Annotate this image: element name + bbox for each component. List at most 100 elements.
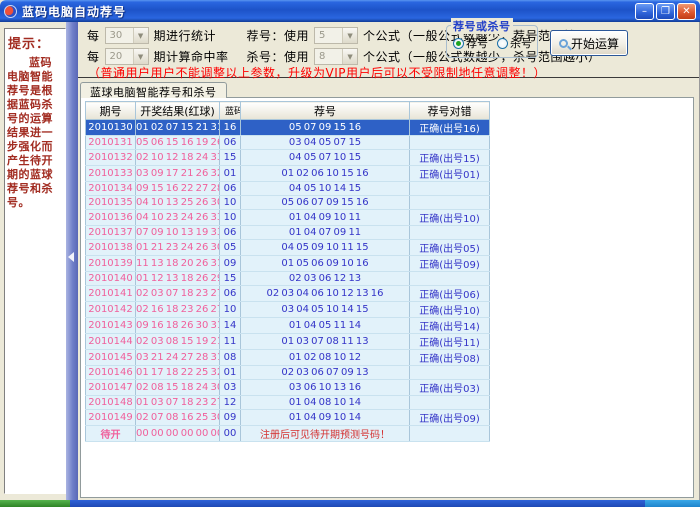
- cell-picks: 01 04 05 11 14: [241, 318, 410, 334]
- client-area: 提示： 蓝码电脑智能荐号是根据蓝码杀号的运算结果进一步强化而产生待开期的蓝球荐号…: [0, 22, 700, 500]
- pick-formula-select[interactable]: 5 ▼: [314, 27, 358, 44]
- hitrate-label: 期计算命中率: [154, 48, 242, 65]
- cell-period: 2010140: [86, 272, 136, 286]
- cell-red-balls: 11 13 18 20 26 31: [136, 256, 220, 272]
- cell-red-balls: 01 03 07 18 23 27: [136, 396, 220, 410]
- cell-period: 2010143: [86, 318, 136, 334]
- radio-off-icon[interactable]: [497, 38, 508, 49]
- kill-formula-select[interactable]: 8 ▼: [314, 48, 358, 65]
- cell-red-balls: 00 00 00 00 00 00: [136, 426, 220, 442]
- minimize-button[interactable]: –: [635, 3, 654, 20]
- cell-picks: 01 04 08 10 14: [241, 396, 410, 410]
- prefix-label: 每: [87, 48, 100, 65]
- chevron-down-icon[interactable]: ▼: [133, 28, 148, 43]
- results-table: 期号开奖结果(红球)蓝码荐号荐号对错 201013001 02 07 15 21…: [85, 101, 490, 442]
- cell-red-balls: 04 10 13 25 26 30: [136, 196, 220, 210]
- table-row[interactable]: 201013303 09 17 21 26 320101 02 06 10 15…: [86, 166, 490, 182]
- table-row[interactable]: 201014601 17 18 22 25 320102 03 06 07 09…: [86, 366, 490, 380]
- column-header[interactable]: 开奖结果(红球): [136, 102, 220, 120]
- table-row[interactable]: 待开00 00 00 00 00 0000注册后可见待开期预测号码！: [86, 426, 490, 442]
- table-row[interactable]: 201014702 08 15 18 24 300303 06 10 13 16…: [86, 380, 490, 396]
- radio-recommend-label: 荐号: [466, 35, 488, 51]
- table-row[interactable]: 201014309 16 18 26 30 311401 04 05 11 14…: [86, 318, 490, 334]
- parameters-panel: 每 30 ▼ 期进行统计 荐号：使用 5 ▼ 个公式（一般公式数越少，荐号范围越…: [78, 22, 699, 78]
- radio-kill[interactable]: 杀号: [497, 35, 532, 51]
- cell-red-balls: 02 07 08 16 25 30: [136, 410, 220, 426]
- start-button-sliver[interactable]: [0, 500, 70, 507]
- table-row[interactable]: 201014902 07 08 16 25 300901 04 09 10 14…: [86, 410, 490, 426]
- table-row[interactable]: 201013001 02 07 15 21 311605 07 09 15 16…: [86, 120, 490, 136]
- table-row[interactable]: 201013202 10 12 18 24 331504 05 07 10 15…: [86, 150, 490, 166]
- panel-splitter[interactable]: [66, 22, 78, 500]
- tab-smart-picks[interactable]: 蓝球电脑智能荐号和杀号: [80, 82, 227, 98]
- table-row[interactable]: 201014801 03 07 18 23 271201 04 08 10 14: [86, 396, 490, 410]
- cell-picks: 01 04 09 10 14: [241, 410, 410, 426]
- cell-blue-code: 10: [220, 196, 241, 210]
- cell-period: 2010131: [86, 136, 136, 150]
- table-row[interactable]: 201013707 09 10 13 19 330601 04 07 09 11: [86, 226, 490, 240]
- cell-picks: 02 03 06 12 13: [241, 272, 410, 286]
- chevron-down-icon[interactable]: ▼: [342, 28, 357, 43]
- cell-result: [410, 396, 490, 410]
- cell-blue-code: 15: [220, 272, 241, 286]
- table-row[interactable]: 201014402 03 08 15 19 211101 03 07 08 11…: [86, 334, 490, 350]
- cell-blue-code: 10: [220, 210, 241, 226]
- cell-result: [410, 136, 490, 150]
- cell-red-balls: 01 17 18 22 25 32: [136, 366, 220, 380]
- cell-blue-code: 11: [220, 334, 241, 350]
- cell-picks: 03 06 10 13 16: [241, 380, 410, 396]
- table-row[interactable]: 201014202 16 18 23 26 271003 04 05 10 14…: [86, 302, 490, 318]
- cell-period: 2010146: [86, 366, 136, 380]
- cell-result: [410, 366, 490, 380]
- stat-period-select[interactable]: 30 ▼: [105, 27, 149, 44]
- column-header[interactable]: 荐号: [241, 102, 410, 120]
- table-row[interactable]: 201013911 13 18 20 26 310901 05 06 09 10…: [86, 256, 490, 272]
- cell-result: 正确(出号09): [410, 410, 490, 426]
- cell-picks: 01 02 08 10 12: [241, 350, 410, 366]
- hitrate-period-select[interactable]: 20 ▼: [105, 48, 149, 65]
- column-header[interactable]: 期号: [86, 102, 136, 120]
- mode-groupbox-title: 荐号或杀号: [451, 18, 513, 34]
- cell-blue-code: 03: [220, 380, 241, 396]
- chevron-down-icon[interactable]: ▼: [133, 49, 148, 64]
- stat-label: 期进行统计: [154, 27, 242, 44]
- collapse-arrow-icon[interactable]: [68, 252, 74, 262]
- table-row[interactable]: 201013801 21 23 24 26 300504 05 09 10 11…: [86, 240, 490, 256]
- cell-picks: 01 05 06 09 10 16: [241, 256, 410, 272]
- radio-on-icon[interactable]: [453, 38, 464, 49]
- run-button-label: 开始运算: [571, 35, 619, 52]
- table-row[interactable]: 201013409 15 16 22 27 280604 05 10 14 15: [86, 182, 490, 196]
- cell-period: 2010149: [86, 410, 136, 426]
- table-row[interactable]: 201013504 10 13 25 26 301005 06 07 09 15…: [86, 196, 490, 210]
- cell-result: 正确(出号11): [410, 334, 490, 350]
- table-row[interactable]: 201014102 03 07 18 23 270602 03 04 06 10…: [86, 286, 490, 302]
- cell-blue-code: 06: [220, 182, 241, 196]
- taskbar-strip: [0, 500, 700, 507]
- cell-red-balls: 01 02 07 15 21 31: [136, 120, 220, 136]
- magnifier-icon: [559, 39, 568, 48]
- run-button[interactable]: 开始运算: [550, 30, 628, 56]
- window-title: 蓝码电脑自动荐号: [22, 3, 126, 20]
- cell-picks: 04 05 10 14 15: [241, 182, 410, 196]
- cell-red-balls: 02 03 08 15 19 21: [136, 334, 220, 350]
- column-header[interactable]: 蓝码: [220, 102, 241, 120]
- cell-result: 正确(出号16): [410, 120, 490, 136]
- chevron-down-icon[interactable]: ▼: [342, 49, 357, 64]
- cell-result: 正确(出号15): [410, 150, 490, 166]
- radio-recommend[interactable]: 荐号: [453, 35, 488, 51]
- stat-period-value: 30: [110, 30, 123, 41]
- table-row[interactable]: 201014503 21 24 27 28 310801 02 08 10 12…: [86, 350, 490, 366]
- cell-red-balls: 02 16 18 23 26 27: [136, 302, 220, 318]
- cell-period: 2010141: [86, 286, 136, 302]
- cell-blue-code: 06: [220, 226, 241, 240]
- cell-result: [410, 226, 490, 240]
- cell-red-balls: 02 10 12 18 24 33: [136, 150, 220, 166]
- close-button[interactable]: ✕: [677, 3, 696, 20]
- cell-period: 2010145: [86, 350, 136, 366]
- column-header[interactable]: 荐号对错: [410, 102, 490, 120]
- table-row[interactable]: 201014001 12 13 18 26 291502 03 06 12 13: [86, 272, 490, 286]
- table-row[interactable]: 201013604 10 23 24 26 331001 04 09 10 11…: [86, 210, 490, 226]
- cell-red-balls: 02 08 15 18 24 30: [136, 380, 220, 396]
- table-row[interactable]: 201013105 06 15 16 19 260603 04 05 07 15: [86, 136, 490, 150]
- maximize-button[interactable]: ❐: [656, 3, 675, 20]
